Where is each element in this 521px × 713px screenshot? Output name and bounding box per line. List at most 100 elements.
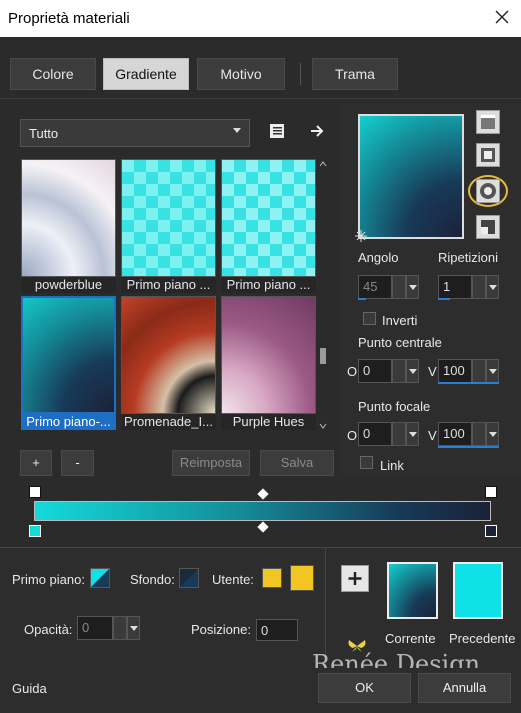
focal-v-level-bar [438, 446, 499, 448]
repeats-stepper[interactable] [472, 275, 486, 299]
current-label: Corrente [385, 631, 436, 646]
angle-dropdown[interactable] [406, 275, 419, 299]
center-point-label: Punto centrale [358, 335, 442, 350]
focal-point-label: Punto focale [358, 399, 431, 414]
focal-o-input[interactable]: 0 [358, 422, 392, 446]
center-o-input[interactable]: 0 [358, 359, 392, 383]
focal-v-label: V [428, 428, 437, 443]
sunburst-style-icon[interactable] [476, 179, 500, 203]
center-v-input[interactable]: 100 [438, 359, 472, 383]
add-gradient-button[interactable]: + [20, 450, 52, 476]
gradient-thumbnail [221, 159, 316, 277]
add-swatch-button[interactable] [341, 565, 369, 592]
focal-o-label: O [347, 428, 358, 443]
repeats-dropdown[interactable] [486, 275, 499, 299]
opacity-dropdown[interactable] [127, 616, 140, 640]
section-divider [0, 547, 521, 548]
rectangular-style-icon[interactable] [476, 143, 500, 167]
gradient-label: Primo piano ... [221, 277, 316, 293]
repeats-input[interactable]: 1 [438, 275, 472, 299]
focal-v-dropdown[interactable] [486, 422, 499, 446]
tab-motivo[interactable]: Motivo [197, 58, 285, 90]
opacity-stop-end[interactable] [485, 486, 497, 498]
close-icon[interactable] [492, 7, 512, 27]
center-v-label: V [428, 364, 437, 379]
angle-stepper[interactable] [392, 275, 406, 299]
gradient-thumbnail [21, 159, 116, 277]
focal-o-stepper[interactable] [392, 422, 406, 446]
ok-button[interactable]: OK [318, 673, 411, 703]
center-o-label: O [347, 364, 358, 379]
remove-gradient-button[interactable]: - [61, 450, 94, 476]
center-v-dropdown[interactable] [486, 359, 499, 383]
gradient-thumbnail [121, 296, 216, 414]
gradient-tile[interactable]: Promenade_I... [121, 296, 216, 430]
gradient-bar[interactable] [34, 501, 491, 521]
focal-v-stepper[interactable] [472, 422, 486, 446]
color-stop-start[interactable] [29, 525, 41, 537]
user-color-large[interactable] [290, 565, 314, 591]
arrow-right-icon[interactable] [308, 122, 326, 140]
invert-checkbox[interactable] [363, 312, 376, 325]
background-swatch[interactable] [179, 568, 199, 588]
position-input[interactable]: 0 [256, 619, 298, 641]
help-link[interactable]: Guida [12, 681, 47, 696]
opacity-label: Opacità: [24, 622, 73, 637]
cancel-button[interactable]: Annulla [418, 673, 511, 703]
reset-button[interactable]: Reimposta [172, 450, 250, 476]
gradient-thumbnail [221, 296, 316, 414]
gradient-label: Primo piano-... [21, 414, 116, 430]
repeats-label: Ripetizioni [438, 250, 498, 265]
gradient-thumbnail [121, 159, 216, 277]
opacity-input[interactable]: 0 [77, 616, 113, 640]
save-button[interactable]: Salva [260, 450, 334, 476]
gradient-label: powderblue [21, 277, 116, 293]
foreground-label: Primo piano: [12, 572, 85, 587]
center-v-stepper[interactable] [472, 359, 486, 383]
gradient-tile[interactable]: Primo piano ... [221, 159, 316, 293]
color-stop-end[interactable] [485, 525, 497, 537]
link-label: Link [380, 458, 404, 473]
center-v-level-bar [438, 382, 499, 384]
opacity-stop-start[interactable] [29, 486, 41, 498]
angle-level-bar [358, 298, 366, 300]
focal-o-dropdown[interactable] [406, 422, 419, 446]
gradient-thumbnail [21, 296, 116, 414]
radial-style-icon[interactable] [476, 215, 500, 239]
angle-input[interactable]: 45 [358, 275, 392, 299]
foreground-swatch[interactable] [90, 568, 110, 588]
gradient-list-scrollbar[interactable] [318, 160, 328, 430]
window-title: Proprietà materiali [8, 10, 130, 27]
gradient-label: Promenade_I... [121, 414, 216, 430]
gradient-tile[interactable]: powderblue [21, 159, 116, 293]
tab-divider [300, 63, 301, 85]
user-swatch[interactable] [262, 568, 282, 588]
center-o-dropdown[interactable] [406, 359, 419, 383]
chevron-down-icon [233, 128, 241, 133]
user-label: Utente: [212, 572, 254, 587]
current-material-preview[interactable] [387, 562, 438, 619]
category-dropdown[interactable]: Tutto [20, 119, 250, 147]
gradient-preview[interactable] [358, 114, 464, 239]
gradient-tile[interactable]: Purple Hues [221, 296, 316, 430]
linear-style-icon[interactable] [476, 110, 500, 134]
tab-gradiente[interactable]: Gradiente [103, 58, 189, 90]
previous-material-preview[interactable] [453, 562, 503, 619]
gradient-tile[interactable]: Primo piano ... [121, 159, 216, 293]
category-value: Tutto [29, 126, 59, 141]
invert-label: Inverti [382, 313, 418, 328]
angle-label: Angolo [358, 250, 399, 265]
center-o-stepper[interactable] [392, 359, 406, 383]
focal-v-input[interactable]: 100 [438, 422, 472, 446]
gradient-tile-selected[interactable]: Primo piano-... [21, 296, 116, 430]
crosshair-icon[interactable] [354, 229, 368, 243]
position-label: Posizione: [191, 622, 251, 637]
list-view-icon[interactable] [268, 122, 286, 140]
link-checkbox[interactable] [360, 456, 373, 469]
tab-colore[interactable]: Colore [10, 58, 96, 90]
gradient-label: Purple Hues [221, 414, 316, 430]
gradient-label: Primo piano ... [121, 277, 216, 293]
tab-trama[interactable]: Trama [312, 58, 398, 90]
background-label: Sfondo: [130, 572, 175, 587]
opacity-stepper[interactable] [113, 616, 127, 640]
